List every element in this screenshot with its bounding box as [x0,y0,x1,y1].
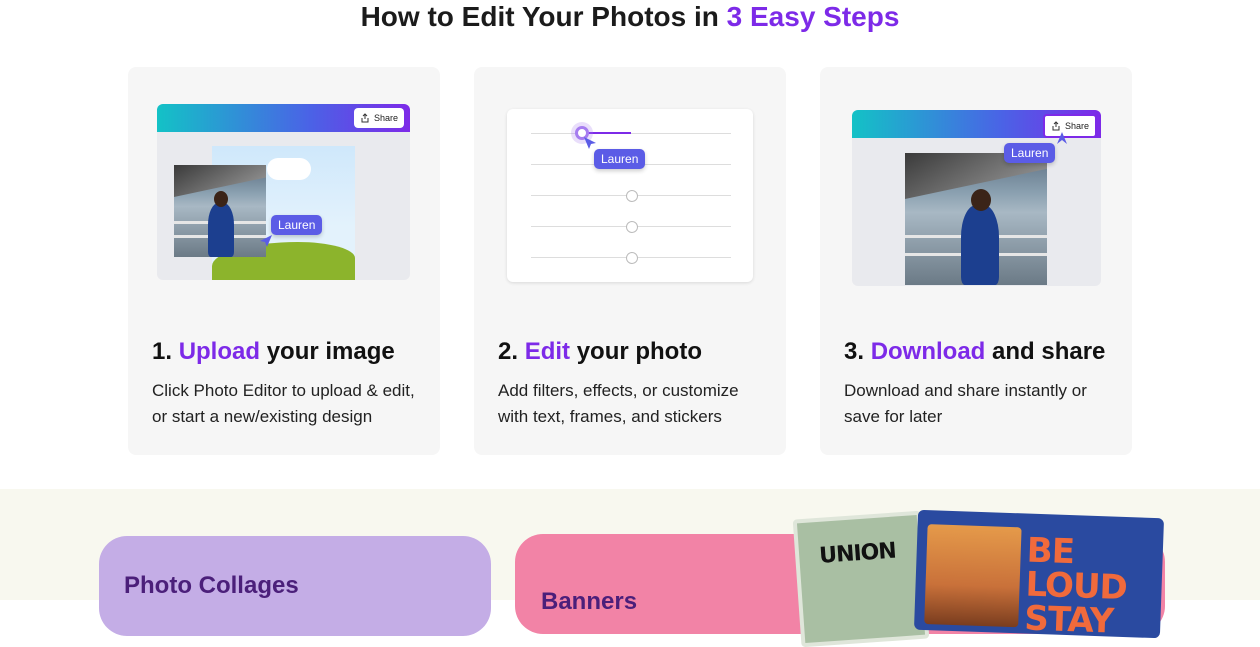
title-prefix: How to Edit Your Photos in [360,1,727,32]
step-card-edit: Lauren 2. Edit your photo Add filters, e… [474,67,786,455]
share-icon [361,113,369,123]
share-button: Share [353,108,404,128]
category-tile-photo-collages[interactable]: Photo Collages [99,536,491,636]
union-poster-image: UNION [792,510,930,647]
step-card-upload: Share Lauren 1. Upload your image Click … [128,67,440,455]
step-heading: 3. Download and share [844,338,1106,365]
adjustment-panel [507,109,753,282]
download-illustration: Share Lauren [836,94,1116,288]
be-loud-poster-image: BE LOUD STAY [913,509,1165,639]
share-button: Share [1043,114,1098,138]
step-card-download: Share Lauren 3. Download and share Downl… [820,67,1132,455]
share-icon [1052,121,1060,131]
cursor-icon [260,235,272,247]
step-description: Download and share instantly or save for… [844,381,1087,426]
upload-illustration: Share Lauren [144,94,424,288]
collaborator-tag: Lauren [271,215,323,235]
portrait-photo [174,165,266,257]
step-description: Add filters, effects, or customize with … [498,381,739,426]
step-heading: 1. Upload your image [152,338,395,365]
step-heading: 2. Edit your photo [498,338,702,365]
page-title: How to Edit Your Photos in 3 Easy Steps [0,0,1260,34]
collaborator-tag: Lauren [594,149,646,169]
category-label: Banners [541,588,638,615]
step-description: Click Photo Editor to upload & edit, or … [152,381,415,426]
edit-illustration: Lauren [490,94,770,288]
portrait-photo [905,153,1047,285]
title-accent: 3 Easy Steps [726,1,900,32]
collaborator-tag: Lauren [1004,143,1056,163]
category-label: Photo Collages [124,572,299,599]
couple-photo [924,524,1022,628]
cursor-icon [1057,132,1067,144]
